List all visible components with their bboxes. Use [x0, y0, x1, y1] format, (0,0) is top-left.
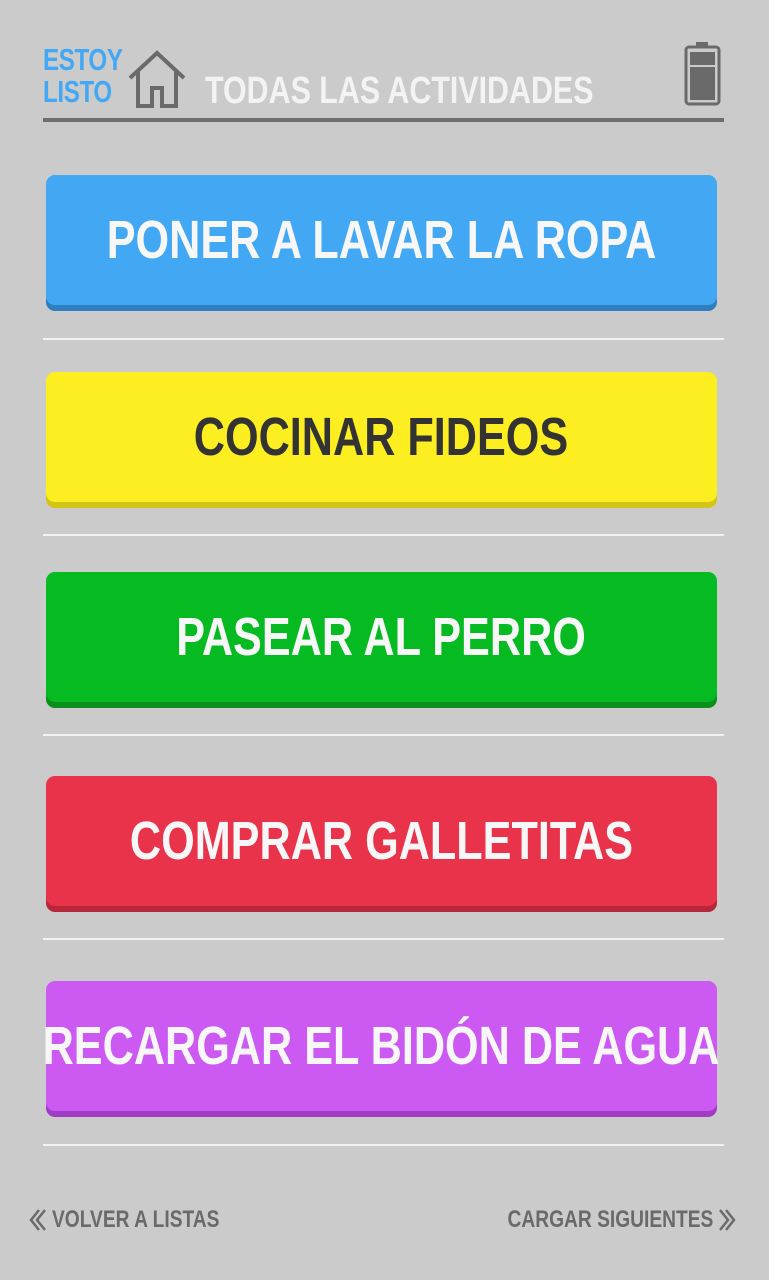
header-divider	[43, 118, 724, 122]
page-title: TODAS LAS ACTIVIDADES	[205, 70, 594, 112]
load-next-link[interactable]: CARGAR SIGUIENTES	[456, 1200, 737, 1240]
activity-button-recargar-bidon[interactable]: RECARGAR EL BIDÓN DE AGUA	[43, 981, 720, 1111]
divider	[43, 734, 724, 736]
logo-line-2: LISTO	[43, 74, 112, 109]
app-header: ESTOY LISTO TODAS LAS ACTIVIDADES	[43, 40, 724, 120]
activity-label: PONER A LAVAR LA ROPA	[106, 210, 657, 270]
chevron-right-icon	[719, 1207, 737, 1233]
activity-label: COMPRAR GALLETITAS	[129, 811, 634, 871]
load-next-label: CARGAR SIGUIENTES	[507, 1206, 713, 1233]
app-logo[interactable]: ESTOY LISTO	[43, 42, 123, 109]
divider	[43, 338, 724, 340]
back-to-lists-link[interactable]: VOLVER A LISTAS	[28, 1200, 261, 1240]
back-to-lists-label: VOLVER A LISTAS	[52, 1206, 220, 1233]
battery-icon	[683, 40, 723, 106]
divider	[43, 1144, 724, 1146]
activity-label: PASEAR AL PERRO	[176, 607, 587, 667]
activity-button-lavar-ropa[interactable]: PONER A LAVAR LA ROPA	[46, 175, 717, 305]
activity-label: COCINAR FIDEOS	[194, 407, 569, 467]
home-icon[interactable]	[126, 48, 188, 110]
divider	[43, 938, 724, 940]
activity-button-comprar-galletitas[interactable]: COMPRAR GALLETITAS	[46, 776, 717, 906]
divider	[43, 534, 724, 536]
activity-button-pasear-perro[interactable]: PASEAR AL PERRO	[46, 572, 717, 702]
activity-button-cocinar-fideos[interactable]: COCINAR FIDEOS	[46, 372, 717, 502]
activity-label: RECARGAR EL BIDÓN DE AGUA	[43, 1016, 720, 1076]
logo-line-1: ESTOY	[43, 42, 123, 77]
chevron-left-icon	[28, 1207, 46, 1233]
